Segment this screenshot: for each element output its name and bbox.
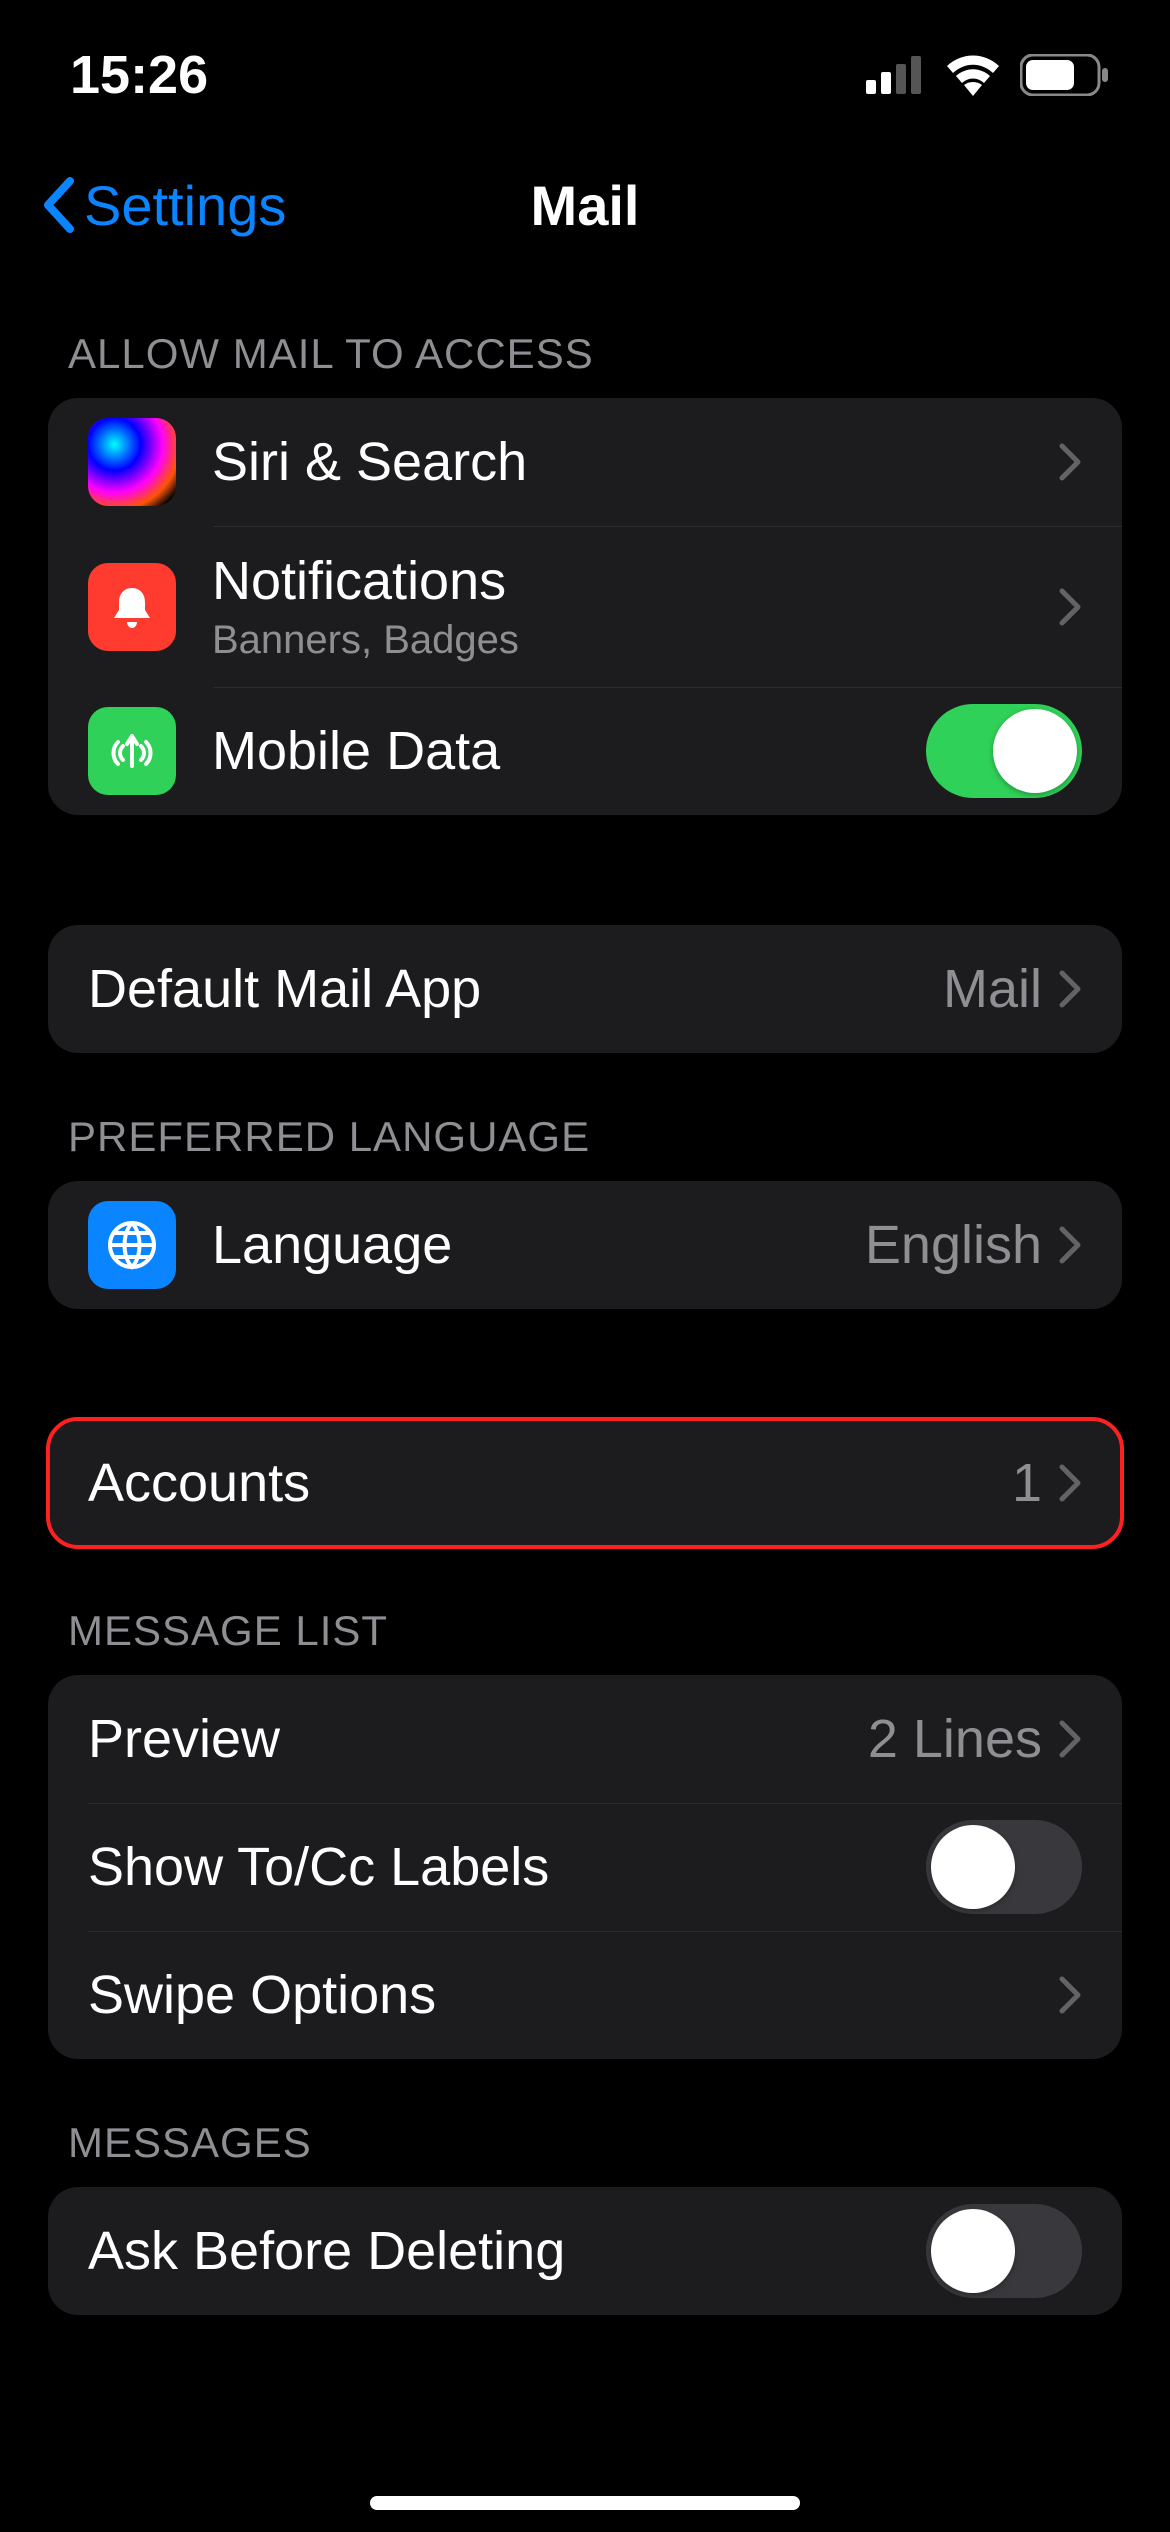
row-siri-search[interactable]: Siri & Search — [48, 398, 1122, 526]
chevron-left-icon — [40, 177, 74, 233]
row-value: Mail — [943, 958, 1042, 1020]
section-header-messages: Messages — [48, 2059, 1122, 2187]
status-time: 15:26 — [70, 44, 208, 106]
row-label: Swipe Options — [88, 1964, 1058, 2026]
chevron-right-icon — [1058, 442, 1082, 482]
group-messages: Ask Before Deleting — [48, 2187, 1122, 2315]
group-message-list: Preview 2 Lines Show To/Cc Labels Swipe … — [48, 1675, 1122, 2059]
chevron-right-icon — [1058, 1719, 1082, 1759]
section-header-allow-access: Allow Mail to Access — [48, 270, 1122, 398]
row-value: 1 — [1012, 1452, 1042, 1514]
group-allow-access: Siri & Search Notifications Banners, Bad… — [48, 398, 1122, 815]
group-accounts: Accounts 1 — [48, 1419, 1122, 1547]
row-sublabel: Banners, Badges — [212, 618, 1058, 663]
mobile-data-toggle[interactable] — [926, 704, 1082, 798]
row-swipe-options[interactable]: Swipe Options — [48, 1931, 1122, 2059]
row-mobile-data: Mobile Data — [48, 687, 1122, 815]
mobile-data-icon — [88, 707, 176, 795]
chevron-right-icon — [1058, 969, 1082, 1009]
battery-icon — [1020, 54, 1110, 96]
row-preview[interactable]: Preview 2 Lines — [48, 1675, 1122, 1803]
home-indicator[interactable] — [370, 2496, 800, 2510]
row-label: Language — [212, 1214, 865, 1276]
chevron-right-icon — [1058, 1463, 1082, 1503]
row-label: Accounts — [88, 1452, 1012, 1514]
cellular-icon — [866, 56, 926, 94]
row-ask-before-deleting: Ask Before Deleting — [48, 2187, 1122, 2315]
row-label: Show To/Cc Labels — [88, 1836, 926, 1898]
nav-bar: Settings Mail — [0, 140, 1170, 270]
row-language[interactable]: Language English — [48, 1181, 1122, 1309]
row-accounts[interactable]: Accounts 1 — [48, 1419, 1122, 1547]
row-label: Default Mail App — [88, 958, 943, 1020]
row-value: English — [865, 1214, 1042, 1276]
section-header-language: Preferred Language — [48, 1053, 1122, 1181]
group-language: Language English — [48, 1181, 1122, 1309]
row-label: Ask Before Deleting — [88, 2220, 926, 2282]
status-icons — [866, 54, 1110, 96]
chevron-right-icon — [1058, 587, 1082, 627]
chevron-right-icon — [1058, 1225, 1082, 1265]
ask-delete-toggle[interactable] — [926, 2204, 1082, 2298]
group-default-app: Default Mail App Mail — [48, 925, 1122, 1053]
row-value: 2 Lines — [868, 1708, 1042, 1770]
back-button[interactable]: Settings — [40, 173, 286, 238]
wifi-icon — [944, 54, 1002, 96]
siri-icon — [88, 418, 176, 506]
row-default-mail-app[interactable]: Default Mail App Mail — [48, 925, 1122, 1053]
notifications-icon — [88, 563, 176, 651]
row-label: Siri & Search — [212, 431, 1058, 493]
row-label: Mobile Data — [212, 720, 926, 782]
row-label: Notifications — [212, 550, 1058, 612]
back-label: Settings — [84, 173, 286, 238]
row-notifications[interactable]: Notifications Banners, Badges — [48, 526, 1122, 687]
globe-icon — [88, 1201, 176, 1289]
row-show-tocc: Show To/Cc Labels — [48, 1803, 1122, 1931]
section-header-message-list: Message List — [48, 1547, 1122, 1675]
chevron-right-icon — [1058, 1975, 1082, 2015]
page-title: Mail — [531, 173, 640, 238]
show-tocc-toggle[interactable] — [926, 1820, 1082, 1914]
status-bar: 15:26 — [0, 0, 1170, 140]
row-label: Preview — [88, 1708, 868, 1770]
